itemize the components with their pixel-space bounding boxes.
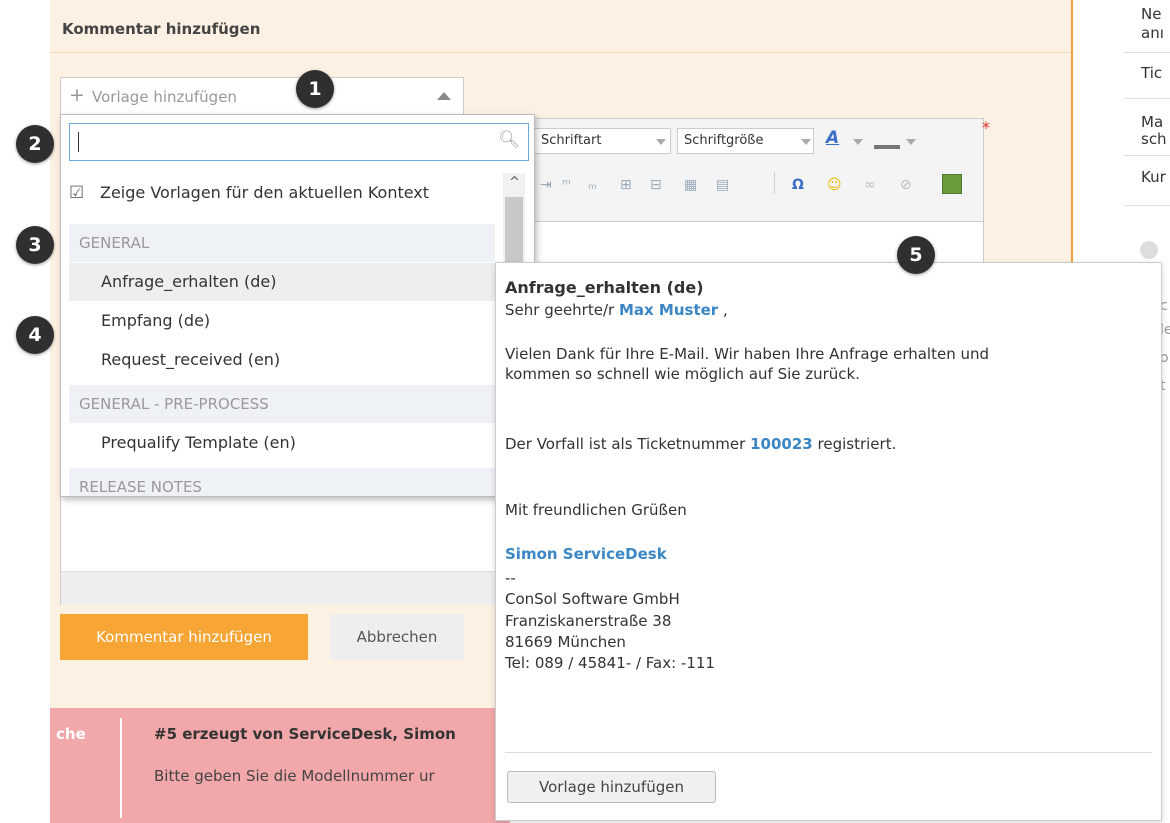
preview-street: Franziskanerstraße 38 xyxy=(505,612,672,630)
panel-divider xyxy=(50,52,1071,53)
preview-body-line: Vielen Dank für Ihre E-Mail. Wir haben I… xyxy=(505,345,990,363)
indent-icon[interactable]: ⇥ xyxy=(540,177,552,193)
preview-ticket-line: Der Vorfall ist als Ticketnummer 100023 … xyxy=(505,435,896,453)
superscript-icon[interactable]: ᵐ xyxy=(562,177,571,193)
table-properties-icon[interactable]: ▤ xyxy=(716,177,729,193)
context-checkbox-label[interactable]: Zeige Vorlagen für den aktuellen Kontext xyxy=(100,183,429,202)
salutation-prefix: Sehr geehrte/r xyxy=(505,301,615,319)
insert-column-icon[interactable]: ⊟ xyxy=(650,177,662,193)
preview-title: Anfrage_erhalten (de) xyxy=(505,278,704,297)
customer-name: Max Muster xyxy=(618,301,719,319)
panel-title: Kommentar hinzufügen xyxy=(62,20,261,38)
sidebar-label: anı xyxy=(1141,24,1164,42)
preview-company: ConSol Software GmbH xyxy=(505,590,680,608)
template-group-header: RELEASE NOTES xyxy=(69,468,495,496)
omega-icon[interactable]: Ω xyxy=(792,177,804,193)
chevron-down-icon xyxy=(906,139,916,145)
preview-city: 81669 München xyxy=(505,633,626,651)
sidebar-label: Ma xyxy=(1141,113,1164,131)
cancel-button[interactable]: Abbrechen xyxy=(330,614,464,660)
history-left-text: che xyxy=(56,725,86,743)
sidebar-divider xyxy=(1124,205,1170,206)
salutation-suffix: , xyxy=(722,301,728,319)
font-color-icon[interactable]: A xyxy=(826,128,839,148)
text-cursor xyxy=(78,132,79,152)
checkbox-checked-icon[interactable]: ☑ xyxy=(69,183,84,203)
comment-icon[interactable] xyxy=(1140,241,1158,259)
chevron-up-icon xyxy=(437,92,451,100)
subscript-icon[interactable]: ₘ xyxy=(588,177,597,193)
preview-agent-name: Simon ServiceDesk xyxy=(505,545,667,563)
callout-badge: 4 xyxy=(16,316,54,354)
sidebar-divider xyxy=(1124,98,1170,99)
template-preview: Anfrage_erhalten (de) Sehr geehrte/r Max… xyxy=(495,262,1162,821)
sidebar-label: sch xyxy=(1141,130,1167,148)
background-color-icon[interactable] xyxy=(874,145,900,149)
template-group-header: GENERAL - PRE-PROCESS xyxy=(69,385,495,423)
chevron-down-icon xyxy=(656,139,666,145)
chevron-down-icon xyxy=(853,139,863,145)
insert-row-icon[interactable]: ⊞ xyxy=(620,177,632,193)
template-item[interactable]: Empfang (de) xyxy=(69,302,495,340)
template-group-header: GENERAL xyxy=(69,224,495,262)
unlink-icon[interactable]: ⊘ xyxy=(900,177,912,193)
toolbar-separator xyxy=(774,172,775,194)
history-entry-text: Bitte geben Sie die Modellnummer ur xyxy=(154,767,435,785)
template-item[interactable]: Anfrage_erhalten (de) xyxy=(69,263,495,301)
font-size-select[interactable]: Schriftgröße xyxy=(677,128,814,154)
search-icon[interactable]: 🔍︎ xyxy=(498,130,520,150)
smiley-icon[interactable]: ☺ xyxy=(827,177,842,193)
font-family-select[interactable]: Schriftart xyxy=(534,128,671,154)
template-select[interactable]: + Vorlage hinzufügen xyxy=(60,77,464,115)
preview-salutation: Sehr geehrte/r Max Muster , xyxy=(505,301,728,319)
plus-icon: + xyxy=(69,84,85,106)
callout-badge: 1 xyxy=(296,70,334,108)
template-item[interactable]: Request_received (en) xyxy=(69,341,495,379)
callout-badge: 5 xyxy=(897,236,935,274)
template-search-input[interactable]: 🔍︎ xyxy=(69,123,529,161)
preview-signature-separator: -- xyxy=(505,569,516,587)
preview-phone: Tel: 089 / 45841- / Fax: -111 xyxy=(505,654,715,672)
chevron-up-icon[interactable]: ^ xyxy=(509,175,520,190)
image-icon[interactable] xyxy=(942,174,962,194)
preview-body-line: kommen so schnell wie möglich auf Sie zu… xyxy=(505,365,861,383)
sidebar-label: Kur xyxy=(1141,168,1166,186)
table-icon[interactable]: ▦ xyxy=(684,177,697,193)
chevron-down-icon xyxy=(801,139,811,145)
sidebar-label: Tic xyxy=(1141,64,1163,82)
sidebar-divider xyxy=(1124,52,1170,53)
sidebar-divider xyxy=(1124,155,1170,156)
preview-closing: Mit freundlichen Grüßen xyxy=(505,501,687,519)
preview-divider xyxy=(505,752,1152,753)
ticket-number: 100023 xyxy=(750,435,813,453)
add-comment-button[interactable]: Kommentar hinzufügen xyxy=(60,614,308,660)
callout-badge: 3 xyxy=(16,226,54,264)
ticket-prefix: Der Vorfall ist als Ticketnummer xyxy=(505,435,746,453)
link-icon[interactable]: ∞ xyxy=(864,177,876,193)
ticket-suffix: registriert. xyxy=(817,435,897,453)
template-select-label: Vorlage hinzufügen xyxy=(92,88,237,106)
required-marker: * xyxy=(982,118,990,137)
template-item[interactable]: Prequalify Template (en) xyxy=(69,424,495,462)
add-template-button[interactable]: Vorlage hinzufügen xyxy=(507,771,716,803)
template-dropdown: 🔍︎ ☑ Zeige Vorlagen für den aktuellen Ko… xyxy=(60,114,535,497)
callout-badge: 2 xyxy=(16,125,54,163)
history-divider xyxy=(120,718,122,818)
history-entry-title: #5 erzeugt von ServiceDesk, Simon xyxy=(154,725,456,743)
sidebar-label: Ne xyxy=(1141,5,1162,23)
